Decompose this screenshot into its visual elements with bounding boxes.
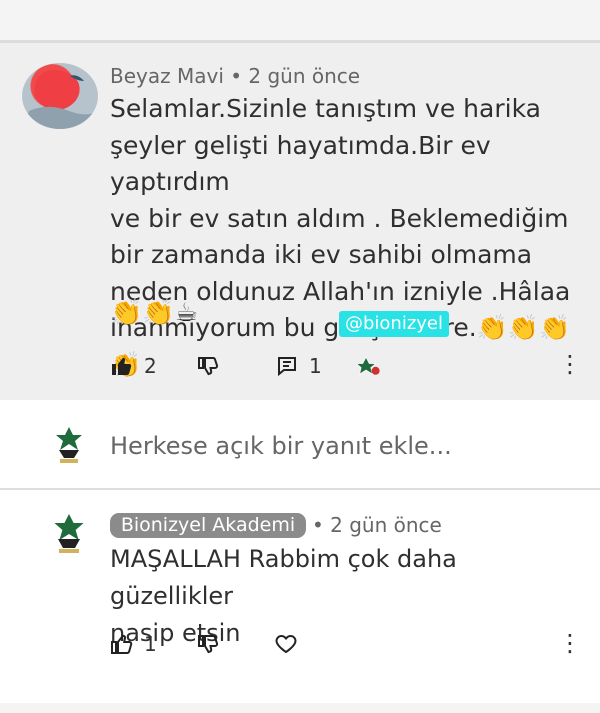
comment-time: 2 gün önce [248,64,361,88]
comment-emojis: 👏👏☕ [110,298,199,328]
comment-meta: Beyaz Mavi • 2 gün önce [110,64,360,88]
meta-separator: • [230,64,243,88]
like-button[interactable]: 2 [110,350,157,382]
like-count: 2 [144,354,157,378]
more-vertical-icon[interactable]: ⋮ [558,352,582,376]
reply-like-count: 1 [144,632,157,656]
reply-dislike-button[interactable] [196,628,220,660]
comment-text: Selamlar.Sizinle tanıştım ve harika şeyl… [110,94,571,379]
user-avatar[interactable] [22,63,98,129]
comment-author[interactable]: Beyaz Mavi [110,64,224,88]
reply-count-button[interactable]: 1 [275,350,322,382]
reply-author-chip[interactable]: Bionizyel Akademi [110,513,306,538]
channel-avatar[interactable] [52,425,86,467]
top-strip [0,0,600,40]
creator-logo-icon [358,354,382,378]
reply-like-button[interactable]: 1 [110,628,157,660]
bottom-strip [0,703,600,713]
heart-icon [274,632,298,656]
reply-heart-button[interactable] [274,628,298,660]
reply-author-avatar[interactable] [50,512,88,556]
reply-actions: 1 [110,628,590,662]
dislike-button[interactable] [196,350,220,382]
reply-more-vertical-icon[interactable]: ⋮ [558,631,582,655]
thumbs-down-icon [196,354,220,378]
public-reply-input[interactable]: Herkese açık bir yanıt ekle... [110,432,452,460]
reply-meta: • 2 gün önce [312,513,442,537]
creator-heart[interactable] [358,350,382,382]
comment-actions: 2 1 [110,350,590,386]
thumbs-down-icon [196,632,220,656]
reply-time: 2 gün önce [330,513,442,537]
thumbs-up-icon [110,354,134,378]
handle-badge: @bionizyel [339,311,449,337]
reply-separator: • [312,513,324,537]
comment-icon [275,354,299,378]
reply-count: 1 [309,354,322,378]
thumbs-up-icon [110,632,134,656]
